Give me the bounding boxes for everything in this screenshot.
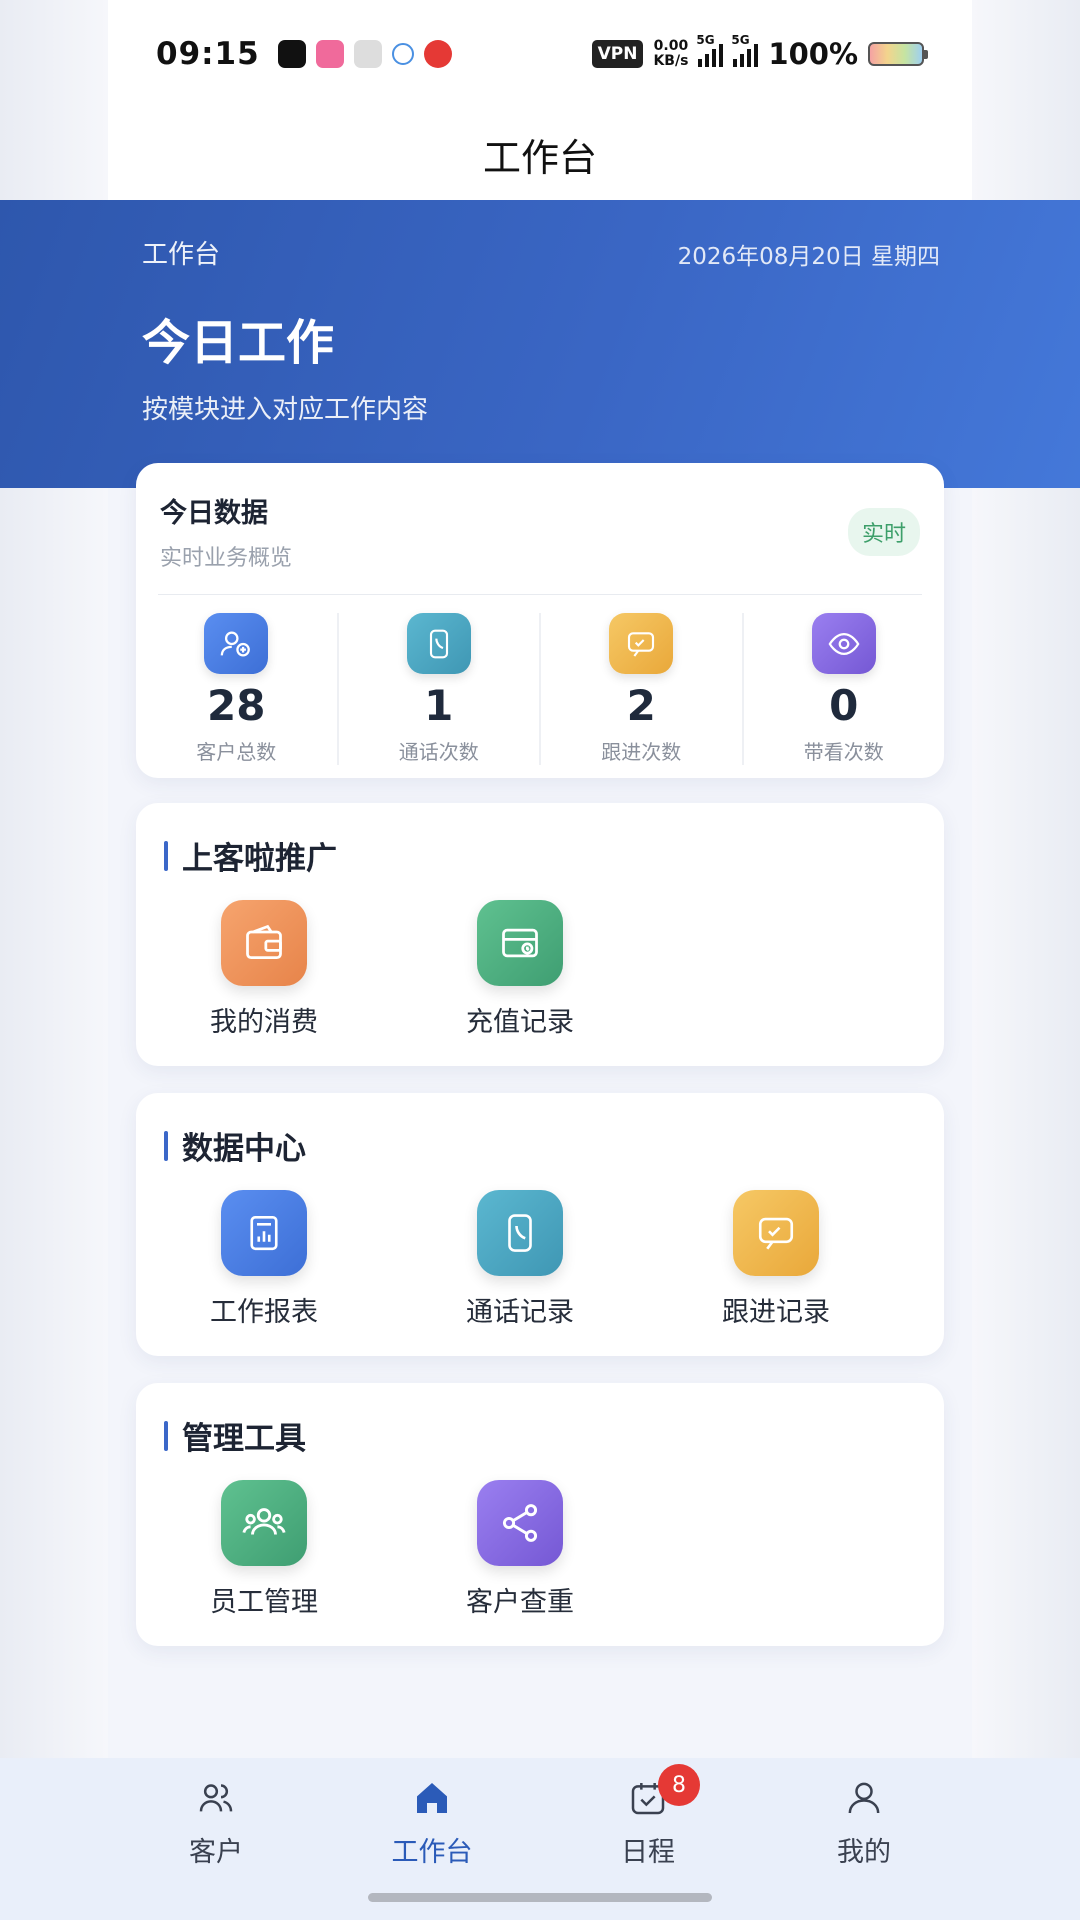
section-promotion: 上客啦推广 我的消费 充值记录 xyxy=(136,803,944,1066)
user-add-icon xyxy=(204,613,269,674)
stats-title: 今日数据 xyxy=(160,498,268,529)
phone-icon xyxy=(406,613,471,674)
home-icon xyxy=(417,1783,447,1813)
report-icon xyxy=(221,1190,307,1276)
status-bar: 09:15 VPN 0.00 KB/s 5G 5G 100% xyxy=(108,0,972,108)
tile-call-records[interactable]: 通话记录 xyxy=(392,1190,648,1329)
stat-value: 28 xyxy=(207,681,266,730)
stat-label: 客户总数 xyxy=(196,740,277,764)
tile-my-consumption[interactable]: 我的消费 xyxy=(136,900,392,1039)
network-speed: 0.00 KB/s xyxy=(653,39,688,69)
section-management-tools: 管理工具 员工管理 客户查重 xyxy=(136,1383,944,1646)
section-title: 上客啦推广 xyxy=(182,841,337,877)
nav-label: 我的 xyxy=(837,1837,891,1868)
tile-followup-records[interactable]: 跟进记录 xyxy=(648,1190,904,1329)
stats-subtitle: 实时业务概览 xyxy=(160,546,293,571)
hero-date: 2026年08月20日 星期四 xyxy=(677,244,940,270)
status-right: VPN 0.00 KB/s 5G 5G 100% xyxy=(591,33,928,71)
tile-label: 客户查重 xyxy=(466,1587,574,1618)
music-app-icon xyxy=(277,40,306,68)
tile-label: 充值记录 xyxy=(466,1007,574,1038)
schedule-badge: 8 xyxy=(658,1764,700,1806)
tile-recharge-records[interactable]: 充值记录 xyxy=(392,900,648,1039)
hero-subtitle: 按模块进入对应工作内容 xyxy=(142,395,429,425)
phone-icon xyxy=(477,1190,563,1276)
tile-label: 工作报表 xyxy=(210,1297,318,1328)
bilibili-app-icon xyxy=(315,40,344,68)
team-icon xyxy=(221,1480,307,1566)
network-type-1: 5G xyxy=(696,33,715,47)
tile-work-report[interactable]: 工作报表 xyxy=(136,1190,392,1329)
nav-label: 客户 xyxy=(189,1837,243,1868)
tile-label: 跟进记录 xyxy=(722,1297,830,1328)
vpn-badge: VPN xyxy=(591,40,644,68)
nav-label: 日程 xyxy=(621,1837,675,1868)
section-title: 管理工具 xyxy=(182,1421,306,1457)
hero-banner: 工作台 2026年08月20日 星期四 今日工作 按模块进入对应工作内容 xyxy=(0,200,1080,488)
search-app-icon xyxy=(391,43,414,65)
speed-unit: KB/s xyxy=(653,53,689,69)
section-title: 数据中心 xyxy=(182,1131,306,1167)
message-icon xyxy=(609,613,674,674)
clock: 09:15 xyxy=(156,36,260,72)
speed-value: 0.00 xyxy=(653,38,689,54)
stat-value: 1 xyxy=(424,681,454,730)
message-icon xyxy=(733,1190,819,1276)
divider xyxy=(158,594,922,595)
app-screen: 09:15 VPN 0.00 KB/s 5G 5G 100% 工作台 工作台 2… xyxy=(0,0,1080,1920)
nav-customers[interactable]: 客户 xyxy=(108,1758,324,1920)
stat-followup-count[interactable]: 2 跟进次数 xyxy=(541,613,744,765)
stat-label: 通话次数 xyxy=(398,740,479,764)
section-accent-bar xyxy=(164,840,168,871)
mascot-app-icon xyxy=(423,40,452,68)
app-icon xyxy=(353,40,382,68)
section-accent-bar xyxy=(164,1130,168,1161)
share-icon xyxy=(477,1480,563,1566)
tile-label: 通话记录 xyxy=(466,1297,574,1328)
nav-label: 工作台 xyxy=(391,1837,473,1868)
today-stats-card: 今日数据 实时业务概览 实时 28 客户总数 1 通话次数 2 跟进次数 0 带… xyxy=(136,463,944,778)
tile-staff-management[interactable]: 员工管理 xyxy=(136,1480,392,1619)
stat-call-count[interactable]: 1 通话次数 xyxy=(339,613,541,765)
stat-value: 2 xyxy=(626,681,656,730)
live-badge: 实时 xyxy=(847,507,920,556)
battery-percent: 100% xyxy=(768,37,858,71)
tile-label: 员工管理 xyxy=(210,1587,318,1618)
signal-icon-2: 5G xyxy=(731,33,759,67)
home-indicator[interactable] xyxy=(368,1893,712,1902)
title-bar: 工作台 xyxy=(108,108,972,200)
section-accent-bar xyxy=(164,1420,168,1451)
nav-profile[interactable]: 我的 xyxy=(756,1758,972,1920)
stat-visit-count[interactable]: 0 带看次数 xyxy=(744,613,945,765)
wallet-icon xyxy=(221,900,307,986)
person-icon xyxy=(848,1782,880,1814)
tile-label: 我的消费 xyxy=(210,1007,318,1038)
network-type-2: 5G xyxy=(731,33,750,47)
eye-icon xyxy=(811,613,876,674)
status-left: 09:15 xyxy=(156,36,452,72)
section-data-center: 数据中心 工作报表 通话记录 跟进记录 xyxy=(136,1093,944,1356)
stat-label: 跟进次数 xyxy=(601,740,682,764)
battery-icon xyxy=(868,42,928,66)
tile-customer-dedup[interactable]: 客户查重 xyxy=(392,1480,648,1619)
signal-icon: 5G xyxy=(696,33,724,67)
stat-value: 0 xyxy=(829,681,859,730)
card-icon xyxy=(477,900,563,986)
stat-label: 带看次数 xyxy=(803,740,884,764)
hero-title: 今日工作 xyxy=(142,315,335,371)
hero-label: 工作台 xyxy=(142,240,221,270)
users-icon xyxy=(199,1784,233,1812)
stat-customer-total[interactable]: 28 客户总数 xyxy=(136,613,339,765)
page-title: 工作台 xyxy=(482,135,597,180)
